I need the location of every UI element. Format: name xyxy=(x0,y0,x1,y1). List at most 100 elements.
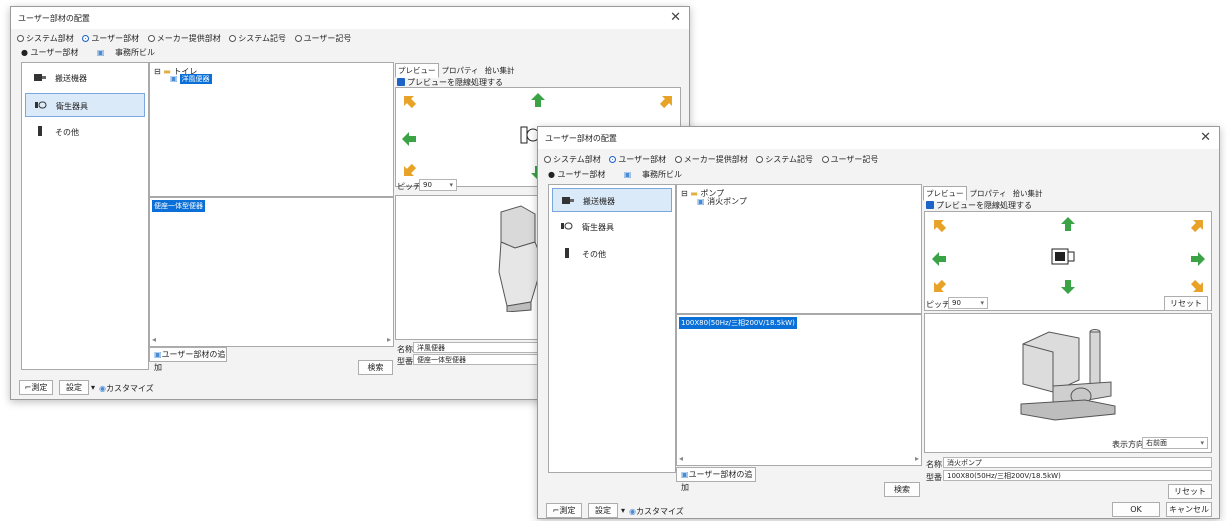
customize-icon: ◉ xyxy=(99,384,106,393)
front-settings-button[interactable]: 設定 xyxy=(588,503,618,518)
front-subtabs: ● ユーザー部材 ▣ 事務所ビル xyxy=(548,169,698,180)
front-radio-user-part[interactable]: ユーザー部材 xyxy=(609,155,666,164)
back-subtab-office[interactable]: ▣ 事務所ビル xyxy=(97,48,163,57)
building-icon: ▣ xyxy=(96,48,105,57)
back-radio-user-symbol[interactable]: ユーザー記号 xyxy=(294,34,351,43)
front-titlebar: ユーザー部材の配置 ✕ xyxy=(538,127,1219,149)
front-scroll-right-icon[interactable]: ▸ xyxy=(915,454,919,463)
front-category-panel: 搬送機器 衛生器具 その他 xyxy=(548,184,676,473)
front-add-user-part-button[interactable]: ▣ユーザー部材の追加 xyxy=(676,467,756,492)
front-radio-user-symbol[interactable]: ユーザー記号 xyxy=(821,155,878,164)
back-settings-button[interactable]: 設定 xyxy=(59,380,89,395)
back-dialog-title: ユーザー部材の配置 xyxy=(18,14,90,23)
front-category-other[interactable]: その他 xyxy=(552,242,672,266)
front-view-dir-combo[interactable]: 右前面 ▾ xyxy=(1142,437,1208,449)
front-radio-system-symbol[interactable]: システム記号 xyxy=(756,155,813,164)
front-search-button[interactable]: 検索 xyxy=(884,482,920,497)
back-list-panel: 便座一体型便器 ◂ ▸ xyxy=(149,197,394,347)
front-tree-panel: ⊟ ▬ ポンプ ▣ 消火ポンプ xyxy=(676,184,922,314)
back-tree-panel: ⊟ ▬ トイレ ▣ 洋風便器 xyxy=(149,62,394,197)
pump-icon xyxy=(34,74,46,81)
front-close-icon[interactable]: ✕ xyxy=(1200,130,1211,145)
rotate-upleft-icon[interactable] xyxy=(930,216,948,234)
front-preview-tabs: プレビュー プロパティ 拾い集計 xyxy=(923,186,1046,201)
rotate-downleft-icon[interactable] xyxy=(400,162,418,180)
back-tab-preview[interactable]: プレビュー xyxy=(395,63,439,78)
front-pitch-combo[interactable]: 90 ▾ xyxy=(948,297,988,309)
arrow-down-icon[interactable] xyxy=(1059,278,1077,296)
arrow-left-icon[interactable] xyxy=(930,250,948,268)
back-search-button[interactable]: 検索 xyxy=(358,360,393,375)
rotate-upright-icon[interactable] xyxy=(658,92,676,110)
front-tab-tally[interactable]: 拾い集計 xyxy=(1010,186,1046,201)
front-radio-maker-part[interactable]: メーカー提供部材 xyxy=(674,155,748,164)
back-tree-child[interactable]: ▣ 洋風便器 xyxy=(170,74,212,84)
back-customize-button[interactable]: ◉カスタマイズ xyxy=(99,383,154,394)
back-radio-system-part[interactable]: システム部材 xyxy=(17,34,74,43)
back-add-user-part-button[interactable]: ▣ユーザー部材の追加 xyxy=(149,347,227,372)
arrow-right-icon[interactable] xyxy=(1189,250,1207,268)
back-scroll-right-icon[interactable]: ▸ xyxy=(387,335,391,344)
front-ok-button[interactable]: OK xyxy=(1112,502,1160,517)
back-radio-maker-part[interactable]: メーカー提供部材 xyxy=(147,34,221,43)
rotate-upleft-icon[interactable] xyxy=(400,92,418,110)
back-tab-tally[interactable]: 拾い集計 xyxy=(482,63,518,78)
front-model-field[interactable]: 100X80(50Hz/三相200V/18.5kW) xyxy=(943,470,1212,481)
front-settings-dropdown-icon[interactable]: ▾ xyxy=(621,506,625,515)
part-icon: ▣ xyxy=(697,197,705,206)
back-category-other[interactable]: その他 xyxy=(25,120,145,144)
back-model-field[interactable]: 便座一体型便器 xyxy=(413,354,543,365)
back-radio-user-part[interactable]: ユーザー部材 xyxy=(82,34,139,43)
front-reset2-button[interactable]: リセット xyxy=(1168,484,1212,499)
arrow-up-icon[interactable] xyxy=(529,91,547,109)
back-close-icon[interactable]: ✕ xyxy=(670,10,681,25)
building-icon: ▣ xyxy=(623,170,632,179)
add-part-icon: ▣ xyxy=(154,350,162,359)
toilet-icon xyxy=(561,222,573,230)
pump-icon xyxy=(562,197,574,204)
rotate-downright-icon[interactable] xyxy=(1189,278,1207,296)
front-category-sanitary[interactable]: 衛生器具 xyxy=(552,215,672,239)
front-radio-system-part[interactable]: システム部材 xyxy=(544,155,601,164)
front-measure-button[interactable]: ⌐測定 xyxy=(546,503,582,518)
extinguisher-icon xyxy=(565,248,569,258)
front-scroll-left-icon[interactable]: ◂ xyxy=(679,454,683,463)
back-settings-dropdown-icon[interactable]: ▾ xyxy=(91,383,95,392)
front-source-radios: システム部材 ユーザー部材 メーカー提供部材 システム記号 ユーザー記号 xyxy=(544,154,884,165)
front-tree-child[interactable]: ▣ 消火ポンプ xyxy=(697,196,747,207)
front-subtab-office[interactable]: ▣ 事務所ビル xyxy=(624,170,690,179)
toilet-icon xyxy=(35,101,47,109)
back-measure-button[interactable]: ⌐測定 xyxy=(19,380,53,395)
front-subtab-user[interactable]: ● ユーザー部材 xyxy=(548,170,613,179)
front-model-label: 型番 xyxy=(926,473,942,482)
back-pitch-combo[interactable]: 90 ▾ xyxy=(419,179,457,191)
front-tab-preview[interactable]: プレビュー xyxy=(923,186,967,201)
front-category-transport[interactable]: 搬送機器 xyxy=(552,188,672,212)
front-customize-button[interactable]: ◉カスタマイズ xyxy=(629,506,684,517)
back-scroll-left-icon[interactable]: ◂ xyxy=(152,335,156,344)
back-subtab-user[interactable]: ● ユーザー部材 xyxy=(21,48,86,57)
back-preview-tabs: プレビュー プロパティ 拾い集計 xyxy=(395,63,518,78)
back-category-sanitary[interactable]: 衛生器具 xyxy=(25,93,145,117)
back-name-field[interactable]: 洋風便器 xyxy=(413,342,543,353)
arrow-left-icon[interactable] xyxy=(400,130,418,148)
extinguisher-icon xyxy=(38,126,42,136)
rotate-upright-icon[interactable] xyxy=(1189,216,1207,234)
front-hidden-line-checkbox[interactable]: プレビューを隠線処理する xyxy=(926,200,1032,211)
front-list-item[interactable]: 100X80(50Hz/三相200V/18.5kW) xyxy=(679,317,797,329)
arrow-up-icon[interactable] xyxy=(1059,215,1077,233)
front-name-label: 名称 xyxy=(926,460,942,469)
back-list-item[interactable]: 便座一体型便器 xyxy=(152,200,205,212)
back-model-label: 型番 xyxy=(397,357,413,366)
front-view-dir-label: 表示方向 xyxy=(1112,440,1144,449)
back-tab-property[interactable]: プロパティ xyxy=(439,63,482,78)
front-list-panel: 100X80(50Hz/三相200V/18.5kW) ◂ ▸ xyxy=(676,314,922,466)
back-category-transport[interactable]: 搬送機器 xyxy=(25,66,145,90)
front-name-field[interactable]: 消火ポンプ xyxy=(943,457,1212,468)
front-cancel-button[interactable]: キャンセル xyxy=(1166,502,1212,517)
front-pitch-label: ピッチ xyxy=(926,300,950,309)
front-reset-button[interactable]: リセット xyxy=(1164,296,1208,311)
rotate-downleft-icon[interactable] xyxy=(930,278,948,296)
front-tab-property[interactable]: プロパティ xyxy=(967,186,1010,201)
back-radio-system-symbol[interactable]: システム記号 xyxy=(229,34,286,43)
